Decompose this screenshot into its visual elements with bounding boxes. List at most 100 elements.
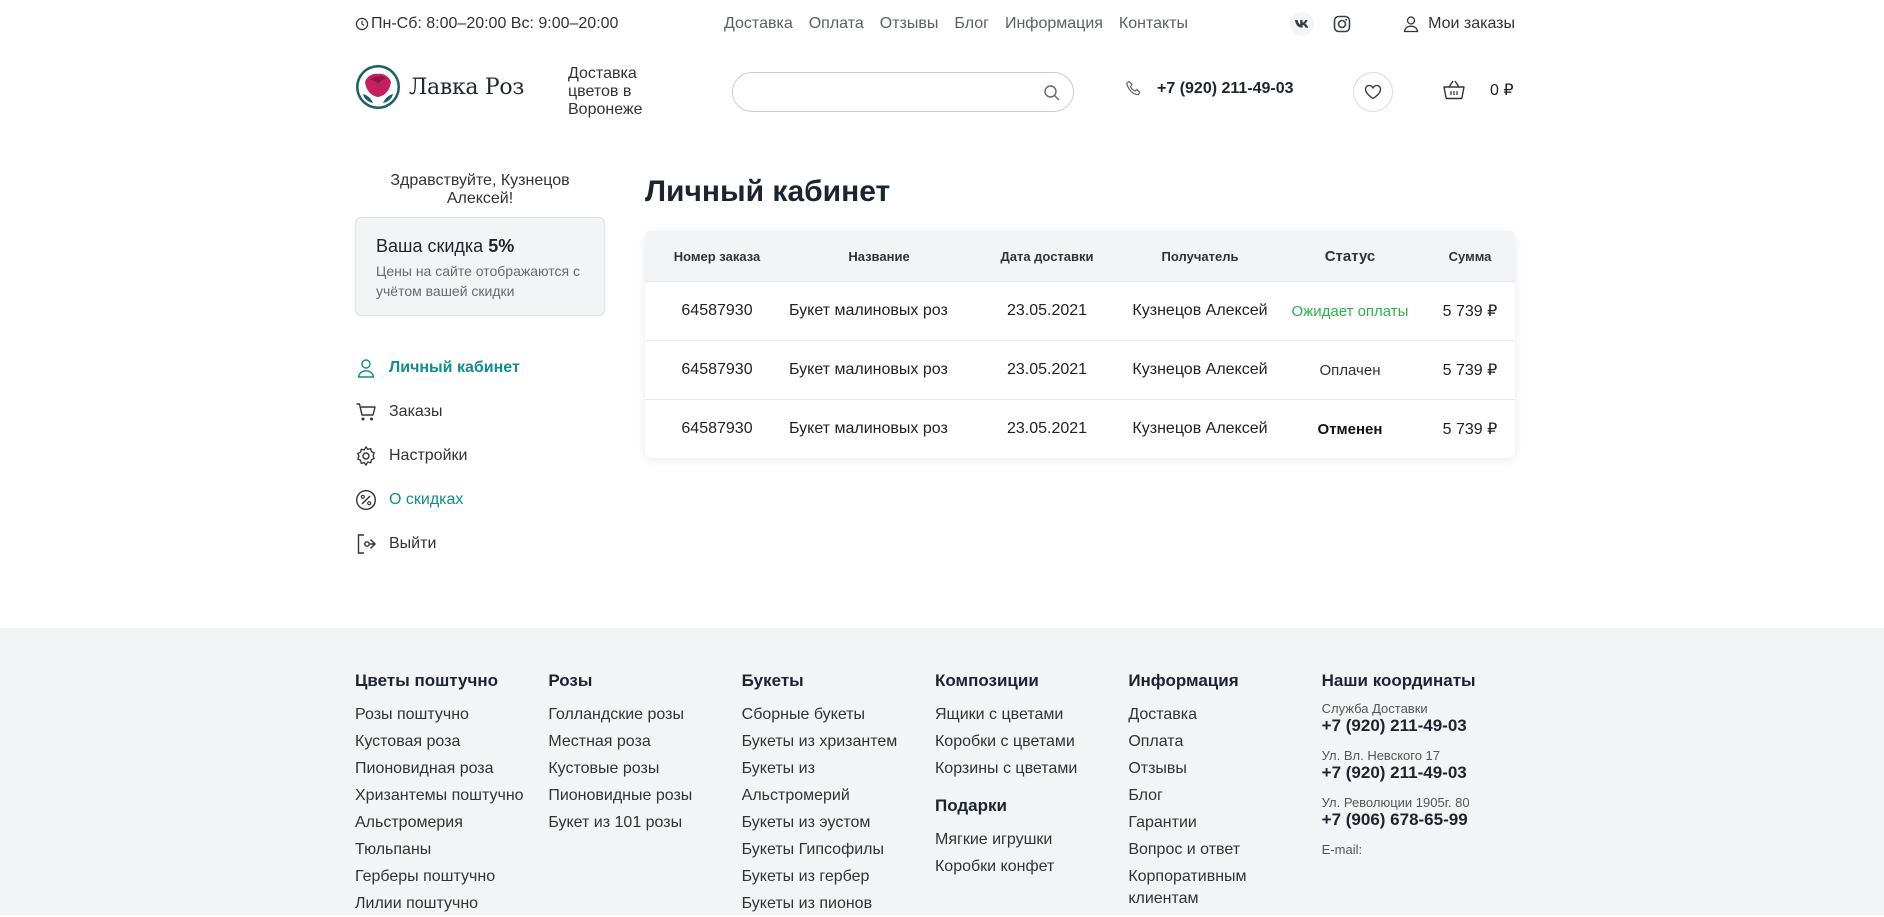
discount-value: 5% <box>488 236 515 256</box>
menu-item-discounts[interactable]: О скидках <box>355 478 605 522</box>
user-icon <box>1403 16 1419 33</box>
footer-link[interactable]: Ящики с цветами <box>935 701 1128 728</box>
page-title: Личный кабинет <box>645 175 891 208</box>
footer-link[interactable]: Розы поштучно <box>355 701 548 728</box>
footer-link[interactable]: Букет из 101 розы <box>548 809 741 836</box>
footer-heading: Наши координаты <box>1321 671 1476 690</box>
footer-link[interactable]: Кустовые розы <box>548 755 741 782</box>
nav-info[interactable]: Информация <box>1005 15 1103 33</box>
order-status: Отменен <box>1317 420 1383 438</box>
search-icon[interactable] <box>1043 84 1061 102</box>
account-sidebar: Здравствуйте, Кузнецов Алексей! Ваша ски… <box>355 172 605 566</box>
footer-link[interactable]: Оплата <box>1128 728 1321 755</box>
menu-item-settings[interactable]: Настройки <box>355 434 605 478</box>
order-recipient: Кузнецов Алексей <box>1132 302 1268 319</box>
footer-link[interactable]: Корпоративным клиентам <box>1128 866 1278 910</box>
footer-link[interactable]: Гарантии <box>1128 809 1321 836</box>
footer-link[interactable]: Сборные букеты <box>742 701 935 728</box>
order-status: Оплачен <box>1319 361 1381 379</box>
footer-link[interactable]: Тюльпаны <box>355 836 548 863</box>
footer-link[interactable]: Пионовидные розы <box>548 782 741 809</box>
instagram-icon[interactable] <box>1330 12 1354 36</box>
footer-link[interactable]: Коробки с цветами <box>935 728 1128 755</box>
header-phone[interactable]: +7 (920) 211-49-03 <box>1125 80 1294 98</box>
order-number: 64587930 <box>681 302 753 319</box>
column-header: Получатель <box>1161 248 1239 264</box>
menu-item-logout[interactable]: Выйти <box>355 522 605 566</box>
nav-contacts[interactable]: Контакты <box>1119 15 1188 33</box>
table-row[interactable]: 64587930 Букет малиновых роз 23.05.2021 … <box>645 399 1515 458</box>
footer-link[interactable]: Букеты из гербер <box>742 863 935 890</box>
logo[interactable]: Лавка Роз <box>355 64 524 110</box>
footer-link[interactable]: Отзывы <box>1128 755 1321 782</box>
order-date: 23.05.2021 <box>1006 420 1088 437</box>
percent-icon <box>355 489 377 511</box>
cart-button[interactable]: 0 ₽ <box>1442 79 1514 101</box>
footer-link[interactable]: Кустовая роза <box>355 728 548 755</box>
menu-item-label: Заказы <box>389 403 443 420</box>
footer-link[interactable]: Голландские розы <box>548 701 741 728</box>
discount-card: Ваша скидка 5% Цены на сайте отображаютс… <box>355 217 605 316</box>
basket-icon <box>1443 80 1465 100</box>
clock-icon <box>355 17 369 31</box>
footer-link[interactable]: Букеты из Альстромерий <box>742 755 902 809</box>
footer-link[interactable]: Лилии поштучно <box>355 890 548 917</box>
order-sum: 5 739 ₽ <box>1442 421 1498 438</box>
footer-heading: Подарки <box>934 796 1007 815</box>
contact-phone[interactable]: +7 (920) 211-49-03 <box>1322 763 1515 783</box>
footer-link[interactable]: Пионовидная роза <box>355 755 548 782</box>
header-phone-number: +7 (920) 211-49-03 <box>1157 80 1294 97</box>
footer-link[interactable]: Хризантемы поштучно <box>355 782 548 809</box>
working-hours-text: Пн-Сб: 8:00–20:00 Вс: 9:00–20:00 <box>371 15 619 32</box>
table-row[interactable]: 64587930 Букет малиновых роз 23.05.2021 … <box>645 281 1515 340</box>
footer-col-info: Информация Доставка Оплата Отзывы Блог Г… <box>1128 671 1321 917</box>
order-date: 23.05.2021 <box>1006 302 1088 319</box>
main-content: Личный кабинет Номер заказа Название Дат… <box>645 175 1515 458</box>
menu-item-account[interactable]: Личный кабинет <box>355 346 605 390</box>
tagline: Доставка цветов в Воронеже <box>568 65 643 118</box>
favorites-button[interactable] <box>1353 72 1393 112</box>
footer-link[interactable]: Доставка <box>1128 701 1321 728</box>
footer-col-bouquets: Букеты Сборные букеты Букеты из хризанте… <box>742 671 935 917</box>
order-date: 23.05.2021 <box>1006 361 1088 378</box>
order-recipient: Кузнецов Алексей <box>1132 361 1268 378</box>
nav-blog[interactable]: Блог <box>954 15 989 33</box>
discount-label: Ваша скидка <box>376 236 484 256</box>
footer-link[interactable]: Коробки конфет <box>935 853 1128 880</box>
my-orders-label: Мои заказы <box>1428 15 1515 32</box>
order-name: Букет малиновых роз <box>789 361 948 378</box>
footer-link[interactable]: Местная роза <box>548 728 741 755</box>
top-bar: Пн-Сб: 8:00–20:00 Вс: 9:00–20:00 Доставк… <box>355 0 1515 48</box>
column-header: Номер заказа <box>673 248 761 264</box>
footer-link[interactable]: Мягкие игрушки <box>935 826 1128 853</box>
nav-reviews[interactable]: Отзывы <box>880 15 939 33</box>
nav-delivery[interactable]: Доставка <box>724 15 793 33</box>
contact-phone[interactable]: +7 (906) 678-65-99 <box>1322 810 1515 830</box>
header: Лавка Роз Доставка цветов в Воронеже +7 … <box>355 58 1515 124</box>
working-hours: Пн-Сб: 8:00–20:00 Вс: 9:00–20:00 <box>355 15 618 33</box>
footer-link[interactable]: Букеты из пионов <box>742 890 935 917</box>
footer-link[interactable]: Букеты из хризантем <box>742 728 935 755</box>
column-header: Название <box>848 248 910 264</box>
vk-icon[interactable] <box>1290 12 1314 36</box>
contact-phone[interactable]: +7 (920) 211-49-03 <box>1322 716 1515 736</box>
order-name: Букет малиновых роз <box>789 302 948 319</box>
footer-link[interactable]: Альстромерия <box>355 809 548 836</box>
menu-item-orders[interactable]: Заказы <box>355 390 605 434</box>
order-sum: 5 739 ₽ <box>1442 362 1498 379</box>
column-header: Статус <box>1324 247 1376 265</box>
contact-label: Служба Доставки <box>1321 701 1428 716</box>
footer-link[interactable]: Герберы поштучно <box>355 863 548 890</box>
footer-link[interactable]: Вопрос и ответ <box>1128 836 1321 863</box>
footer-col-roses: Розы Голландские розы Местная роза Кусто… <box>548 671 741 917</box>
search-input[interactable] <box>732 72 1074 112</box>
footer-link[interactable]: Корзины с цветами <box>935 755 1128 782</box>
nav-payment[interactable]: Оплата <box>809 15 864 33</box>
footer-heading: Цветы поштучно <box>355 671 498 690</box>
my-orders-link[interactable]: Мои заказы <box>1402 15 1515 33</box>
email-label: E-mail: <box>1321 842 1363 857</box>
footer-link[interactable]: Букеты из эустом <box>742 809 935 836</box>
footer-link[interactable]: Блог <box>1128 782 1321 809</box>
footer-link[interactable]: Букеты Гипсофилы <box>742 836 935 863</box>
table-row[interactable]: 64587930 Букет малиновых роз 23.05.2021 … <box>645 340 1515 399</box>
